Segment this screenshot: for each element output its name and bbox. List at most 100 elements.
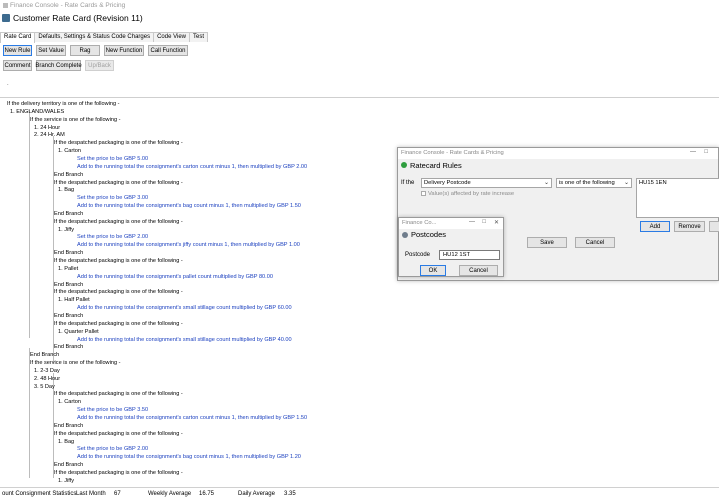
list-item[interactable]: 1. 2-3 Day — [34, 367, 60, 375]
list-item[interactable]: 1. Carton — [58, 147, 81, 155]
form-icon — [2, 14, 10, 22]
action-row[interactable]: Add to the running total the consignment… — [77, 414, 307, 422]
app-icon — [3, 2, 8, 8]
field-select-value: Delivery Postcode — [424, 180, 471, 186]
condition-row[interactable]: If the despatched packaging is one of th… — [54, 430, 183, 438]
action-row[interactable]: Add to the running total the consignment… — [77, 304, 292, 312]
tab-strip: Rate Card Defaults, Settings & Status Co… — [0, 32, 209, 43]
condition-row[interactable]: If the despatched packaging is one of th… — [54, 218, 183, 226]
remove-button[interactable]: Remove — [674, 221, 705, 232]
list-item[interactable]: 1. Half Pallet — [58, 296, 90, 304]
condition-row[interactable]: If the despatched packaging is one of th… — [54, 139, 183, 147]
postcodes-cancel-button[interactable]: Cancel — [459, 265, 498, 276]
postcode-input[interactable]: HU12 1ST — [439, 250, 500, 260]
action-row[interactable]: Set the price to be GBP 2.00 — [77, 233, 148, 241]
close-icon[interactable]: ✕ — [494, 219, 499, 226]
tab-code-view[interactable]: Code View — [153, 32, 191, 42]
postcodes-dialog-title-bar: Finance Co... — □ ✕ — [399, 218, 503, 229]
set-value-button[interactable]: Set Value — [36, 45, 66, 56]
values-list-item[interactable]: HU15 1EN — [639, 180, 667, 186]
list-item[interactable]: 1. Jiffy — [58, 477, 74, 484]
condition-row[interactable]: If the despatched packaging is one of th… — [54, 320, 183, 328]
tab-rate-card[interactable]: Rate Card — [0, 32, 36, 43]
operator-select[interactable]: is one of the following ⌄ — [556, 178, 632, 188]
branch-complete-button[interactable]: Branch Complete — [35, 60, 82, 71]
postcodes-dialog-heading: Postcodes — [399, 229, 503, 240]
end-branch-row[interactable]: End Branch — [54, 281, 83, 289]
ok-button[interactable]: OK — [420, 265, 446, 276]
form-title-text: Customer Rate Card (Revision 11) — [13, 13, 143, 23]
postcodes-dialog: Finance Co... — □ ✕ Postcodes Postcode H… — [398, 217, 504, 277]
cancel-button[interactable]: Cancel — [575, 237, 615, 248]
list-item[interactable]: 1. Carton — [58, 398, 81, 406]
condition-row[interactable]: If the despatched packaging is one of th… — [54, 469, 183, 477]
rag-button[interactable]: Rag — [70, 45, 100, 56]
checkbox-icon[interactable] — [421, 191, 426, 196]
new-rule-button[interactable]: New Rule — [3, 45, 32, 56]
if-the-label: If the — [401, 180, 415, 186]
new-function-button[interactable]: New Function — [104, 45, 144, 56]
list-item[interactable]: 1. Jiffy — [58, 226, 74, 234]
end-branch-row[interactable]: End Branch — [54, 461, 83, 469]
ratecard-dialog-title-bar: Finance Console - Rate Cards & Pricing —… — [398, 148, 718, 159]
end-branch-row[interactable]: End Branch — [54, 343, 83, 351]
add-button[interactable]: Add — [640, 221, 670, 232]
end-branch-row[interactable]: End Branch — [54, 210, 83, 218]
action-row[interactable]: Add to the running total the consignment… — [77, 273, 273, 281]
maximize-icon[interactable]: □ — [704, 149, 708, 155]
end-branch-row[interactable]: End Branch — [54, 312, 83, 320]
status-label: ount Consignment Statistics — [2, 491, 77, 497]
action-row[interactable]: Add to the running total the consignment… — [77, 241, 300, 249]
action-row[interactable]: Add to the running total the consignment… — [77, 336, 292, 344]
overflow-button[interactable] — [709, 221, 719, 232]
rate-increase-checkbox[interactable]: Value(s) affected by rate increase — [421, 191, 514, 197]
form-title: Customer Rate Card (Revision 11) — [0, 12, 143, 24]
list-item[interactable]: 2. 48 Hour — [34, 375, 60, 383]
postcodes-icon — [402, 231, 408, 238]
end-branch-row[interactable]: End Branch — [54, 422, 83, 430]
call-function-button[interactable]: Call Function — [148, 45, 188, 56]
save-button[interactable]: Save — [527, 237, 567, 248]
comment-button[interactable]: Comment — [3, 60, 32, 71]
action-row[interactable]: Set the price to be GBP 5.00 — [77, 155, 148, 163]
action-row[interactable]: Set the price to be GBP 3.50 — [77, 406, 148, 414]
end-branch-row[interactable]: End Branch — [54, 171, 83, 179]
action-row[interactable]: Add to the running total the consignment… — [77, 453, 301, 461]
tab-defaults-settings[interactable]: Defaults, Settings & Status Code Charges — [34, 32, 155, 42]
daily-average-value: 3.35 — [284, 491, 296, 497]
condition-row[interactable]: If the service is one of the following - — [30, 116, 120, 124]
condition-row[interactable]: If the despatched packaging is one of th… — [54, 257, 183, 265]
action-row[interactable]: Set the price to be GBP 3.00 — [77, 194, 148, 202]
list-item[interactable]: 1. Quarter Pallet — [58, 328, 99, 336]
tab-test[interactable]: Test — [189, 32, 209, 42]
up-back-button[interactable]: Up/Back — [85, 60, 114, 71]
condition-row[interactable]: If the despatched packaging is one of th… — [54, 390, 183, 398]
list-item[interactable]: 1. ENGLAND/WALES — [10, 108, 64, 116]
list-item[interactable]: 3. 5 Day — [34, 383, 55, 391]
minimize-icon[interactable]: — — [469, 219, 475, 225]
toolbar: New Rule Set Value Rag New Function Call… — [0, 44, 719, 92]
condition-row[interactable]: If the despatched packaging is one of th… — [54, 179, 183, 187]
condition-row[interactable]: If the delivery territory is one of the … — [7, 100, 120, 108]
action-row[interactable]: Set the price to be GBP 2.00 — [77, 445, 148, 453]
chevron-down-icon: ⌄ — [543, 180, 549, 186]
list-item[interactable]: 1. Pallet — [58, 265, 78, 273]
toolbar-dot: . — [7, 81, 9, 87]
list-item[interactable]: 1. Bag — [58, 438, 74, 446]
list-item[interactable]: 2. 24 Hr. AM — [34, 131, 65, 139]
list-item[interactable]: 1. 24 Hour — [34, 124, 60, 132]
postcode-input-value: HU12 1ST — [443, 252, 471, 258]
operator-select-value: is one of the following — [559, 180, 615, 186]
condition-row[interactable]: If the despatched packaging is one of th… — [54, 288, 183, 296]
action-row[interactable]: Add to the running total the consignment… — [77, 163, 307, 171]
action-row[interactable]: Add to the running total the consignment… — [77, 202, 301, 210]
values-list[interactable]: HU15 1EN — [636, 178, 719, 218]
end-branch-row[interactable]: End Branch — [54, 249, 83, 257]
field-select[interactable]: Delivery Postcode ⌄ — [421, 178, 552, 188]
maximize-icon[interactable]: □ — [482, 219, 486, 225]
condition-row[interactable]: If the service is one of the following - — [30, 359, 120, 367]
weekly-average-value: 16.75 — [199, 491, 215, 497]
list-item[interactable]: 1. Bag — [58, 186, 74, 194]
minimize-icon[interactable]: — — [690, 149, 696, 155]
end-branch-row[interactable]: End Branch — [30, 351, 59, 359]
